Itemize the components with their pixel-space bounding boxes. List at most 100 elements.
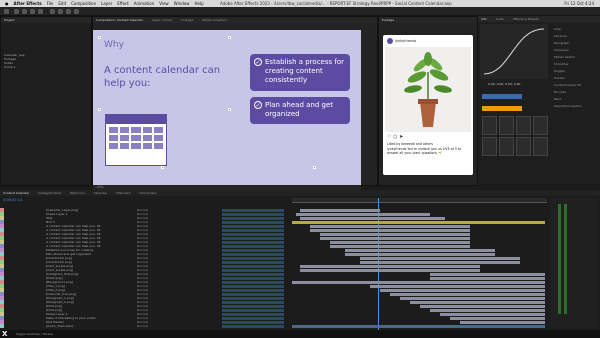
app-menu[interactable]: After Effects [14,1,42,6]
layer-duration-bar[interactable] [370,284,545,288]
panel-list-item[interactable]: Libraries [554,33,598,40]
preset-curve-icon[interactable] [482,137,497,156]
menu-view[interactable]: View [159,1,169,6]
selection-tool-icon[interactable] [14,9,19,14]
layer-duration-bar[interactable] [320,232,470,236]
layer-duration-bar[interactable] [420,304,545,308]
layer-duration-bar[interactable] [460,320,545,324]
menu-window[interactable]: Window [174,1,190,6]
tab-timeline[interactable]: Calendar [94,191,108,195]
layer-duration-bar[interactable] [292,324,545,328]
layer-duration-bar[interactable] [300,268,480,272]
layer-label-color[interactable] [0,324,4,328]
layer-duration-bar[interactable] [440,312,545,316]
panel-list-item[interactable]: Align [554,26,598,33]
menu-edit[interactable]: Edit [58,1,66,6]
speed-graph[interactable] [480,24,548,79]
menu-layer[interactable]: Layer [101,1,112,6]
panel-list-item[interactable]: Motion Sketch [554,54,598,61]
zoom-level[interactable]: 25% [97,185,104,189]
composition-canvas[interactable]: Why A content calendar can help you: ✓ E… [93,30,361,185]
preset-curve-icon[interactable] [533,137,548,156]
transform-handle[interactable] [98,36,101,39]
time-ruler[interactable] [292,198,547,203]
layer-duration-bar[interactable] [345,252,495,256]
layer-duration-bar[interactable] [400,296,545,300]
layer-duration-bar[interactable] [330,240,470,244]
tab-layer[interactable]: Layer: (none) [152,18,172,22]
type-tool-icon[interactable] [58,9,63,14]
tab-project[interactable]: Project [4,18,14,22]
layer-duration-bar[interactable] [300,216,445,220]
layer-duration-bar[interactable] [300,264,480,268]
menu-animation[interactable]: Animation [134,1,154,6]
layer-name[interactable]: [Audio_Track.wav] [46,324,73,328]
calendar-icon[interactable] [105,114,167,166]
preset-curve-icon[interactable] [499,137,514,156]
preset-curve-icon[interactable] [482,116,497,135]
layer-mode[interactable]: Normal [137,324,148,328]
panel-list-item[interactable]: Content-Aware Fill [554,82,598,89]
project-item[interactable]: Comp 1 [1,65,91,69]
card-establish[interactable]: ✓ Establish a process for creating conte… [250,54,350,91]
layer-duration-bar[interactable] [450,316,545,320]
tab-timeline[interactable]: Checkmark [139,191,156,195]
pen-tool-icon[interactable] [50,9,55,14]
preset-curve-icon[interactable] [533,116,548,135]
tab-effects[interactable]: Effects & Presets [513,17,538,21]
layer-duration-bar[interactable] [380,288,545,292]
layer-duration-bar[interactable] [292,280,545,284]
apple-icon[interactable]: ● [5,1,9,6]
layer-duration-bar[interactable] [330,244,470,248]
tab-footage[interactable]: Footage [181,18,193,22]
tab-timeline[interactable]: Instagram Post [38,191,61,195]
layer-duration-bar[interactable] [345,248,495,252]
transform-handle[interactable] [228,108,231,111]
tab-timeline[interactable]: Title Card [116,191,130,195]
tab-timeline[interactable]: Plant Icon [70,191,85,195]
preset-curve-icon[interactable] [516,116,531,135]
layer-duration-bar[interactable] [430,276,545,280]
apply-button[interactable] [482,94,522,99]
hand-tool-icon[interactable] [22,9,27,14]
preset-curve-icon[interactable] [499,116,514,135]
rotate-tool-icon[interactable] [38,9,43,14]
timecode[interactable]: 0:00:01:14 [3,198,22,202]
layer-duration-bar[interactable] [410,300,545,304]
headline-text[interactable]: A content calendar can help you: [104,64,224,90]
menu-effect[interactable]: Effect [117,1,129,6]
panel-list-item[interactable]: Paragraph [554,40,598,47]
share-icon[interactable]: ➤ [399,134,403,140]
layer-duration-bar[interactable] [320,236,470,240]
panel-list-item[interactable]: Paint [554,96,598,103]
layer-duration-bar[interactable] [310,228,470,232]
layer-duration-bar[interactable] [360,260,520,264]
menu-file[interactable]: File [47,1,54,6]
heart-icon[interactable]: ♡ [387,134,391,140]
panel-list-item[interactable]: Wiggler [554,68,598,75]
toggle-modes-label[interactable]: Toggle Switches / Modes [16,332,53,336]
home-icon[interactable] [4,9,9,14]
tab-timeline[interactable]: Content Calendar [3,191,29,195]
transform-handle[interactable] [161,166,164,169]
tab-audio[interactable]: Audio [496,17,505,21]
tab-footage-preview[interactable]: Footage [382,18,394,22]
layer-duration-bar[interactable] [300,208,380,212]
panel-list-item[interactable]: Essential Graphics [554,103,598,110]
layer-row[interactable]: [Audio_Track.wav] Normal [0,324,290,328]
puppet-tool-icon[interactable] [74,9,79,14]
transform-handle[interactable] [313,166,316,169]
layer-duration-bar[interactable] [430,308,545,312]
panel-list-item[interactable]: Smoother [554,61,598,68]
layer-parent-field[interactable] [222,324,284,328]
panel-list-item[interactable]: Tracker [554,75,598,82]
card-plan[interactable]: ✓ Plan ahead and get organized [250,97,350,124]
layer-duration-bar[interactable] [430,272,545,276]
panel-list-item[interactable]: Brushes [554,89,598,96]
layer-duration-bar[interactable] [292,220,545,224]
menu-help[interactable]: Help [194,1,203,6]
comment-icon[interactable]: ○ [393,134,397,140]
tab-composition[interactable]: Composition: Content Calendar [96,18,143,22]
tab-info[interactable]: Info [481,17,487,21]
why-text[interactable]: Why [104,40,124,50]
